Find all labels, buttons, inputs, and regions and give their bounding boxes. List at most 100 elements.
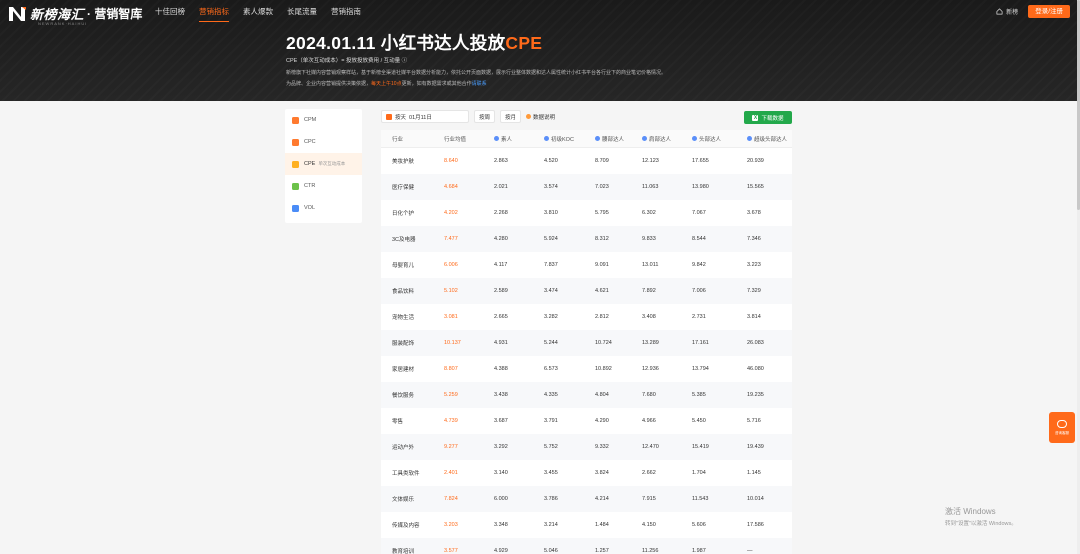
data-help-link[interactable]: 数据说明 <box>526 113 555 121</box>
table-row: 日化个护 4.202 2.268 3.810 5.795 6.302 7.067 3.678 <box>381 200 792 226</box>
metric-icon <box>292 182 299 190</box>
cpe-value: 9.091 <box>595 262 609 268</box>
nav-item-1[interactable]: 营销指标 <box>192 6 236 22</box>
cpe-value: 10.724 <box>595 340 612 346</box>
sidebar-item-cpe[interactable]: CPE 单次互动成本 <box>285 153 362 175</box>
cpe-value: 17.161 <box>692 340 709 346</box>
table-row: 服装配饰 10.137 4.931 5.244 10.724 13.289 17.161 26… <box>381 330 792 356</box>
cpe-value: 4.335 <box>544 392 558 398</box>
table-toolbar: 按天 01月11日 按周 按月 数据说明 <box>381 110 555 123</box>
logo-n-icon <box>8 6 27 22</box>
nav-item-3[interactable]: 长尾流量 <box>280 6 324 18</box>
column-header-2[interactable]: 素人 <box>483 135 532 143</box>
cpe-value: 4.739 <box>444 418 458 424</box>
cpe-value: 3.282 <box>544 314 558 320</box>
table-row: 母婴育儿 6.006 4.117 7.837 9.091 13.011 9.842 3.223 <box>381 252 792 278</box>
cpe-value: 3.203 <box>444 522 458 528</box>
cpe-value: — <box>747 548 753 554</box>
tier-icon <box>494 136 499 141</box>
industry-name: 餐饮服务 <box>392 393 415 399</box>
nav-item-4[interactable]: 营销指南 <box>324 6 368 18</box>
cpe-value: 26.083 <box>747 340 764 346</box>
sidebar-item-vol[interactable]: VOL <box>285 197 362 219</box>
date-value: 01月11日 <box>409 114 432 121</box>
top-right-actions: 新榜 登录/注册 <box>996 5 1070 18</box>
cpe-value: 4.804 <box>595 392 609 398</box>
column-header-label: 初级KOC <box>551 136 574 143</box>
cpe-value: 3.292 <box>494 444 508 450</box>
newbie-link[interactable]: 新榜 <box>996 7 1018 16</box>
by-week-button[interactable]: 按周 <box>474 110 496 123</box>
cpe-value: 5.102 <box>444 288 458 294</box>
newbie-label: 新榜 <box>1006 10 1019 16</box>
cpe-value: 3.348 <box>494 522 508 528</box>
cpe-value: 2.021 <box>494 184 508 190</box>
hero-header: 新榜海汇 · 营销智库 NEWRANK·HAIHUI 十佳回榜 营销指标 素人爆款长… <box>0 0 1080 101</box>
nav-item-2[interactable]: 素人爆款 <box>236 6 280 18</box>
cpe-value: 5.450 <box>692 418 706 424</box>
tier-icon <box>642 136 647 141</box>
column-header-3[interactable]: 初级KOC <box>532 135 582 143</box>
cpe-value: 8.807 <box>444 366 458 372</box>
customer-service-button[interactable]: 咨询客服 <box>1049 412 1075 443</box>
cpe-value: 1.145 <box>747 470 761 476</box>
cpe-value: 5.046 <box>544 548 558 554</box>
by-day-label: 按天 <box>395 114 407 121</box>
cpe-value: 7.915 <box>642 496 656 502</box>
column-header-4[interactable]: 腰部达人 <box>582 135 630 143</box>
industry-name: 家居建材 <box>392 367 415 373</box>
sidebar-item-cpm[interactable]: CPM <box>285 109 362 131</box>
column-header-label: 肩部达人 <box>649 136 672 143</box>
industry-name: 教育培训 <box>392 549 415 554</box>
cpe-value: 7.006 <box>692 288 706 294</box>
cpe-value: 7.892 <box>642 288 656 294</box>
column-header-1: 行业均值 <box>433 135 483 143</box>
download-data-button[interactable]: X 下载数据 <box>744 111 792 124</box>
sidebar-item-ctr[interactable]: CTR <box>285 175 362 197</box>
cpe-value: 3.678 <box>747 210 761 216</box>
home-icon <box>996 8 1003 15</box>
cpe-value: 1.987 <box>692 548 706 554</box>
cpe-value: 3.814 <box>747 314 761 320</box>
brand-logo[interactable]: 新榜海汇 · 营销智库 NEWRANK·HAIHUI <box>8 4 143 26</box>
cpe-value: 4.621 <box>595 288 609 294</box>
cpe-value: 5.259 <box>444 392 458 398</box>
cpe-value: 3.223 <box>747 262 761 268</box>
update-note-mid: 更新，如有数据需求或其他合作 <box>401 81 472 87</box>
cpe-value: 5.924 <box>544 236 558 242</box>
table-row: 3C及电器 7.477 4.280 5.924 8.312 9.833 8.544 7.346 <box>381 226 792 252</box>
cpe-value: 10.892 <box>595 366 612 372</box>
column-header-7[interactable]: 超级头部达人 <box>735 135 792 143</box>
cpe-value: 6.573 <box>544 366 558 372</box>
cpe-value: 5.385 <box>692 392 706 398</box>
cpe-value: 5.606 <box>692 522 706 528</box>
column-header-5[interactable]: 肩部达人 <box>630 135 680 143</box>
contact-link[interactable]: 请联系 <box>472 81 487 87</box>
cpe-value: 7.680 <box>642 392 656 398</box>
cpe-value: 20.939 <box>747 158 764 164</box>
nav-item-0[interactable]: 十佳回榜 <box>148 6 192 18</box>
cpe-value: 12.123 <box>642 158 659 164</box>
table-header: 行业 行业均值 素人 初级KOC 腰部达人 肩部达人 头部达人 超级头部达人 <box>381 130 792 148</box>
cpe-value: 7.837 <box>544 262 558 268</box>
column-header-label: 头部达人 <box>699 136 722 143</box>
cpe-value: 3.408 <box>642 314 656 320</box>
cpe-value: 4.520 <box>544 158 558 164</box>
table-row: 美妆护肤 8.640 2.863 4.520 8.709 12.123 17.655 20.9… <box>381 148 792 174</box>
cpe-value: 11.063 <box>642 184 659 190</box>
brand-sub: · 营销智库 <box>87 7 143 21</box>
cpe-value: 13.794 <box>692 366 709 372</box>
cpe-value: 3.455 <box>544 470 558 476</box>
sidebar-item-cpc[interactable]: CPC <box>285 131 362 153</box>
cpe-value: 5.752 <box>544 444 558 450</box>
column-header-6[interactable]: 头部达人 <box>680 135 735 143</box>
cpe-value: 4.150 <box>642 522 656 528</box>
cpe-value: 17.586 <box>747 522 764 528</box>
column-header-label: 素人 <box>501 136 513 143</box>
login-button[interactable]: 登录/注册 <box>1028 5 1070 18</box>
page-title-main: 2024.01.11 小红书达人投放 <box>286 33 506 53</box>
by-month-button[interactable]: 按月 <box>500 110 522 123</box>
cpe-value: 4.117 <box>494 262 508 268</box>
date-picker[interactable]: 按天 01月11日 <box>381 110 469 123</box>
customer-service-label: 咨询客服 <box>1055 430 1069 435</box>
